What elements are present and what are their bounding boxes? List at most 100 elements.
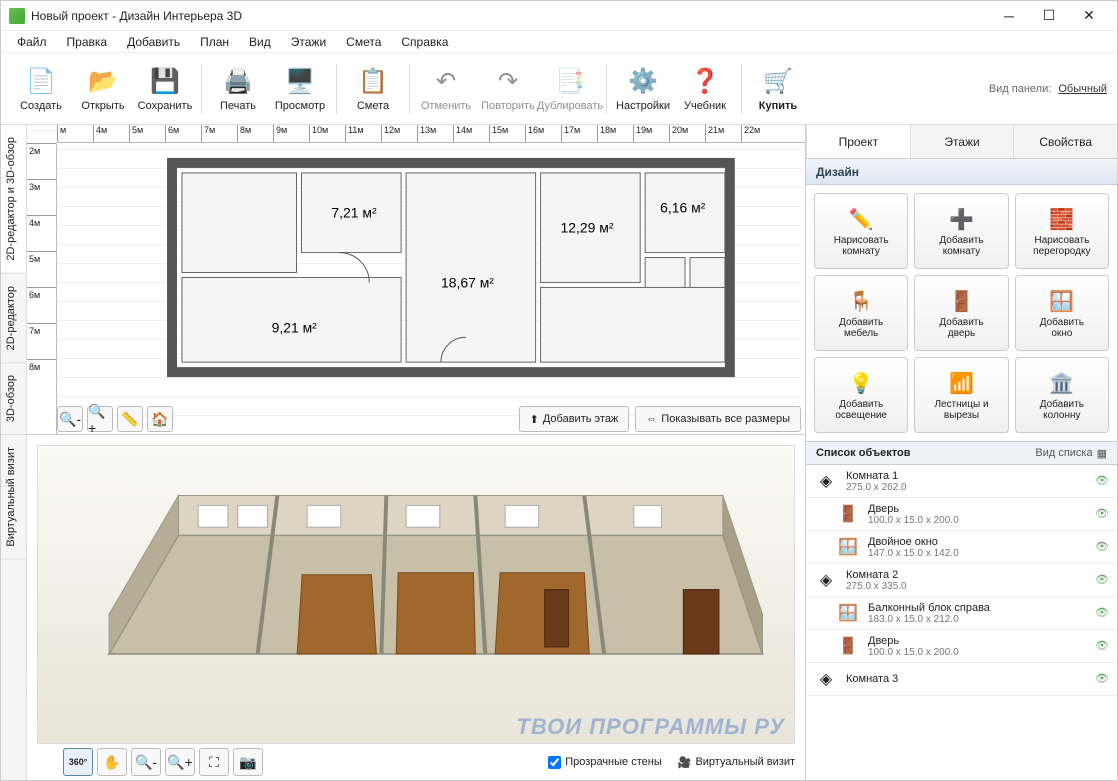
panel-mode-label: Вид панели: Обычный [989, 83, 1107, 95]
save-button[interactable]: 💾Сохранить [135, 57, 195, 121]
menu-file[interactable]: Файл [9, 33, 55, 51]
svg-text:7,21 м²: 7,21 м² [331, 205, 377, 221]
menu-plan[interactable]: План [192, 33, 237, 51]
zoom-in-button[interactable]: 🔍+ [87, 406, 113, 432]
visibility-toggle[interactable]: 👁 [1095, 474, 1109, 488]
visibility-toggle[interactable]: 👁 [1095, 507, 1109, 521]
tool-icon: ➕ [947, 205, 975, 233]
tool-7[interactable]: 📶Лестницы ивырезы [914, 357, 1008, 433]
redo-button[interactable]: ↷Повторить [478, 57, 538, 121]
tab-virtual[interactable]: Виртуальный визит [1, 435, 26, 560]
plan-view-2d[interactable]: м4м5м6м7м8м9м10м11м12м13м14м15м16м17м18м… [27, 125, 805, 435]
render-view-3d[interactable]: 360° ✋ 🔍- 🔍+ ⛶ 📷 Прозрачные стены 🎥Вирту… [27, 435, 805, 780]
menu-estimate[interactable]: Смета [338, 33, 389, 51]
svg-text:12,29 м²: 12,29 м² [561, 220, 614, 236]
toolbar: 📄Создать 📂Открыть 💾Сохранить 🖨️Печать 🖥️… [1, 53, 1117, 125]
estimate-button[interactable]: 📋Смета [343, 57, 403, 121]
duplicate-icon: 📑 [554, 66, 586, 98]
undo-button[interactable]: ↶Отменить [416, 57, 476, 121]
pan-button[interactable]: ✋ [97, 748, 127, 776]
virtual-visit-button[interactable]: 🎥Виртуальный визит [678, 756, 795, 769]
render-canvas[interactable] [37, 445, 795, 744]
help-icon: ❓ [689, 66, 721, 98]
open-button[interactable]: 📂Открыть [73, 57, 133, 121]
dims-icon: ⇔ [646, 413, 657, 425]
tab-properties[interactable]: Свойства [1013, 125, 1117, 158]
design-tools: ✏️Нарисоватькомнату➕Добавитькомнату🧱Нари… [806, 185, 1117, 441]
zoom-in-3d-button[interactable]: 🔍+ [165, 748, 195, 776]
home-button[interactable]: 🏠 [147, 406, 173, 432]
visibility-toggle[interactable]: 👁 [1095, 573, 1109, 587]
tab-floors[interactable]: Этажи [910, 125, 1014, 158]
panel-mode-link[interactable]: Обычный [1058, 83, 1107, 95]
close-button[interactable]: ✕ [1069, 2, 1109, 30]
menu-edit[interactable]: Правка [59, 33, 116, 51]
visibility-toggle[interactable]: 👁 [1095, 606, 1109, 620]
fit-button[interactable]: ⛶ [199, 748, 229, 776]
tool-5[interactable]: 🪟Добавитьокно [1015, 275, 1109, 351]
object-icon: 🚪 [836, 502, 860, 526]
view-list-toggle[interactable]: Вид списка ▦ [1035, 447, 1107, 460]
tool-icon: ✏️ [847, 205, 875, 233]
zoom-out-3d-button[interactable]: 🔍- [131, 748, 161, 776]
maximize-button[interactable]: ☐ [1029, 2, 1069, 30]
create-button[interactable]: 📄Создать [11, 57, 71, 121]
tab-project[interactable]: Проект [806, 125, 910, 158]
visibility-toggle[interactable]: 👁 [1095, 639, 1109, 653]
tool-4[interactable]: 🚪Добавитьдверь [914, 275, 1008, 351]
save-icon: 💾 [149, 66, 181, 98]
cart-icon: 🛒 [762, 66, 794, 98]
video-icon: 🎥 [678, 756, 692, 769]
rotate-360-button[interactable]: 360° [63, 748, 93, 776]
object-item[interactable]: 🪟 Двойное окно147.0 x 15.0 x 142.0 👁 [806, 531, 1117, 564]
object-item[interactable]: ◈ Комната 2275.0 x 335.0 👁 [806, 564, 1117, 597]
titlebar: Новый проект - Дизайн Интерьера 3D ─ ☐ ✕ [1, 1, 1117, 31]
transparent-walls-checkbox[interactable]: Прозрачные стены [548, 756, 661, 769]
visibility-toggle[interactable]: 👁 [1095, 540, 1109, 554]
tab-3d[interactable]: 3D-обзор [1, 363, 26, 435]
show-dims-button[interactable]: ⇔Показывать все размеры [635, 406, 801, 432]
object-item[interactable]: 🚪 Дверь100.0 x 15.0 x 200.0 👁 [806, 630, 1117, 663]
zoom-out-button[interactable]: 🔍- [57, 406, 83, 432]
svg-text:18,67 м²: 18,67 м² [441, 274, 494, 290]
menu-view[interactable]: Вид [241, 33, 279, 51]
ruler-horizontal: м4м5м6м7м8м9м10м11м12м13м14м15м16м17м18м… [57, 125, 805, 143]
tab-2d[interactable]: 2D-редактор [1, 274, 26, 363]
buy-button[interactable]: 🛒Купить [748, 57, 808, 121]
tool-icon: 💡 [847, 369, 875, 397]
visibility-toggle[interactable]: 👁 [1095, 672, 1109, 686]
ruler-vertical: 2м3м4м5м6м7м8м [27, 143, 57, 434]
object-item[interactable]: 🪟 Балконный блок справа183.0 x 15.0 x 21… [806, 597, 1117, 630]
tool-6[interactable]: 💡Добавитьосвещение [814, 357, 908, 433]
svg-text:6,16 м²: 6,16 м² [660, 200, 706, 216]
tool-0[interactable]: ✏️Нарисоватькомнату [814, 193, 908, 269]
menu-add[interactable]: Добавить [119, 33, 188, 51]
print-button[interactable]: 🖨️Печать [208, 57, 268, 121]
object-icon: ◈ [814, 469, 838, 493]
floor-plan-canvas[interactable]: 7,21 м² 18,67 м² 12,29 м² 6,16 м² 9,21 м… [57, 143, 805, 402]
new-icon: 📄 [25, 66, 57, 98]
object-item[interactable]: ◈ Комната 3 👁 [806, 663, 1117, 696]
tool-8[interactable]: 🏛️Добавитьколонну [1015, 357, 1109, 433]
measure-button[interactable]: 📏 [117, 406, 143, 432]
menu-floors[interactable]: Этажи [283, 33, 334, 51]
settings-button[interactable]: ⚙️Настройки [613, 57, 673, 121]
print-icon: 🖨️ [222, 66, 254, 98]
minimize-button[interactable]: ─ [989, 2, 1029, 30]
tool-icon: 🚪 [947, 287, 975, 315]
add-floor-button[interactable]: ⬆Добавить этаж [519, 406, 630, 432]
duplicate-button[interactable]: 📑Дублировать [540, 57, 600, 121]
tool-icon: 🏛️ [1048, 369, 1076, 397]
tool-2[interactable]: 🧱Нарисоватьперегородку [1015, 193, 1109, 269]
object-item[interactable]: ◈ Комната 1275.0 x 262.0 👁 [806, 465, 1117, 498]
menu-help[interactable]: Справка [393, 33, 456, 51]
camera-button[interactable]: 📷 [233, 748, 263, 776]
tool-1[interactable]: ➕Добавитькомнату [914, 193, 1008, 269]
objects-list[interactable]: ◈ Комната 1275.0 x 262.0 👁🚪 Дверь100.0 x… [806, 465, 1117, 780]
object-item[interactable]: 🚪 Дверь100.0 x 15.0 x 200.0 👁 [806, 498, 1117, 531]
tutorial-button[interactable]: ❓Учебник [675, 57, 735, 121]
tool-3[interactable]: 🪑Добавитьмебель [814, 275, 908, 351]
object-icon: ◈ [814, 667, 838, 691]
tab-2d-3d[interactable]: 2D-редактор и 3D-обзор [1, 125, 26, 274]
preview-button[interactable]: 🖥️Просмотр [270, 57, 330, 121]
